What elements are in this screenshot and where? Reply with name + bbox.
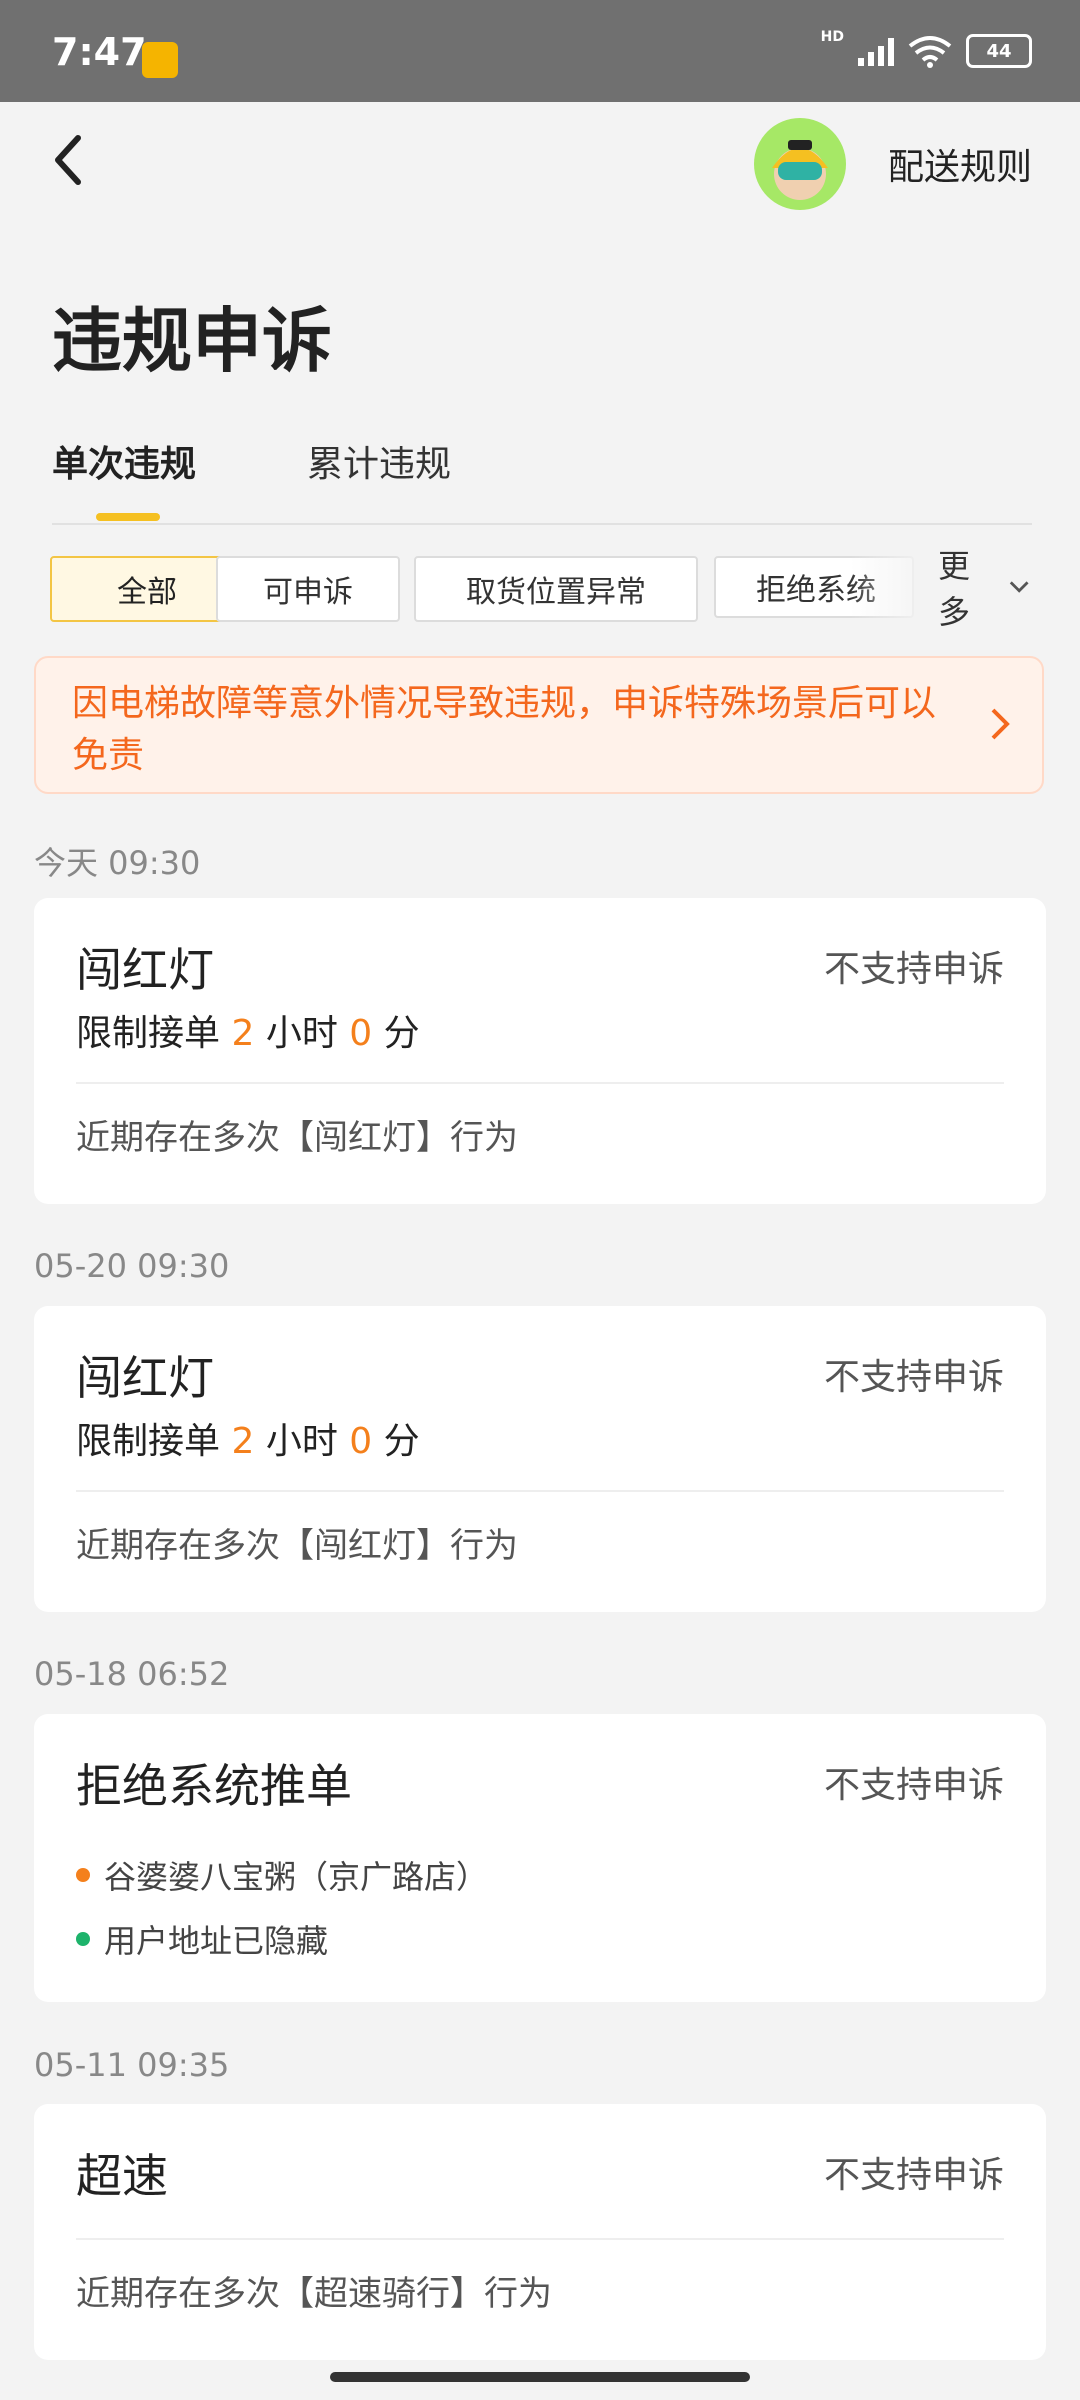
- chevron-right-icon: [991, 708, 1010, 740]
- banner-text: 因电梯故障等意外情况导致违规，申诉特殊场景后可以免责: [72, 683, 937, 776]
- tab-cumulative-violation[interactable]: 累计违规: [307, 435, 451, 487]
- filter-more-button[interactable]: 更多: [938, 547, 1030, 631]
- exemption-banner[interactable]: 因电梯故障等意外情况导致违规，申诉特殊场景后可以免责: [34, 656, 1044, 794]
- filter-chip-all[interactable]: 全部: [50, 556, 244, 622]
- order-limit: 限制接单 2 小时 0 分: [76, 1013, 420, 1054]
- filter-chip-pickup-location[interactable]: 取货位置异常: [414, 556, 698, 622]
- appeal-status: 不支持申诉: [823, 1357, 1004, 1398]
- filter-chip-appealable[interactable]: 可申诉: [216, 556, 400, 622]
- customer-address: 用户地址已隐藏: [76, 1916, 328, 1962]
- tab-bar: 单次违规 累计违规: [52, 435, 1032, 525]
- status-icons: HD 44: [821, 29, 1032, 68]
- violation-note: 近期存在多次【闯红灯】行为: [76, 1118, 518, 1158]
- page-title: 违规申诉: [52, 300, 332, 382]
- limit-hours: 2: [231, 1013, 255, 1054]
- app-notification-icon: [142, 42, 178, 78]
- delivery-rules-link[interactable]: 配送规则: [888, 138, 1032, 190]
- violation-card[interactable]: 闯红灯 不支持申诉 限制接单 2 小时 0 分 近期存在多次【闯红灯】行为: [34, 1306, 1046, 1612]
- card-divider: [76, 2238, 1004, 2240]
- violation-title: 闯红灯: [76, 1351, 214, 1405]
- home-indicator[interactable]: [330, 2372, 750, 2382]
- record-date: 今天 09:30: [34, 844, 201, 882]
- status-time: 7:47: [52, 30, 147, 74]
- limit-hours: 2: [231, 1421, 255, 1462]
- record-date: 05-20 09:30: [34, 1247, 230, 1285]
- shop-name: 谷婆婆八宝粥（京广路店）: [104, 1858, 489, 1896]
- violation-card[interactable]: 闯红灯 不支持申诉 限制接单 2 小时 0 分 近期存在多次【闯红灯】行为: [34, 898, 1046, 1204]
- appeal-status: 不支持申诉: [823, 949, 1004, 990]
- record-date: 05-11 09:35: [34, 2046, 230, 2084]
- filter-fade: [850, 556, 930, 622]
- chevron-down-icon: [1009, 581, 1029, 593]
- shop-dot-icon: [76, 1868, 90, 1882]
- violation-title: 超速: [76, 2149, 168, 2203]
- violation-card[interactable]: 超速 不支持申诉 近期存在多次【超速骑行】行为: [34, 2104, 1046, 2360]
- filter-bar: 全部 可申诉 取货位置异常 拒绝系统 更多: [50, 547, 1030, 631]
- signal-icon: [858, 36, 894, 66]
- limit-minutes: 0: [349, 1421, 373, 1462]
- order-limit: 限制接单 2 小时 0 分: [76, 1421, 420, 1462]
- limit-minutes: 0: [349, 1013, 373, 1054]
- violation-card[interactable]: 拒绝系统推单 不支持申诉 谷婆婆八宝粥（京广路店） 用户地址已隐藏: [34, 1714, 1046, 2002]
- back-icon[interactable]: [48, 130, 88, 190]
- filter-more-label: 更多: [938, 547, 971, 631]
- appeal-status: 不支持申诉: [823, 2155, 1004, 2196]
- violation-note: 近期存在多次【闯红灯】行为: [76, 1526, 518, 1566]
- card-divider: [76, 1082, 1004, 1084]
- customer-address-text: 用户地址已隐藏: [104, 1922, 329, 1960]
- customer-dot-icon: [76, 1932, 90, 1946]
- shop-address: 谷婆婆八宝粥（京广路店）: [76, 1852, 488, 1898]
- appeal-status: 不支持申诉: [823, 1765, 1004, 1806]
- battery-icon: 44: [966, 34, 1032, 68]
- violation-title: 拒绝系统推单: [76, 1759, 352, 1813]
- wifi-icon: [908, 36, 952, 68]
- battery-level: 44: [986, 40, 1012, 62]
- status-bar: 7:47 HD 44: [0, 0, 1080, 102]
- record-date: 05-18 06:52: [34, 1655, 230, 1693]
- tab-single-violation[interactable]: 单次违规: [52, 435, 196, 487]
- avatar[interactable]: [754, 118, 846, 210]
- violation-note: 近期存在多次【超速骑行】行为: [76, 2274, 552, 2314]
- card-divider: [76, 1490, 1004, 1492]
- network-type: HD: [820, 29, 844, 45]
- violation-title: 闯红灯: [76, 943, 214, 997]
- active-tab-indicator: [96, 513, 160, 521]
